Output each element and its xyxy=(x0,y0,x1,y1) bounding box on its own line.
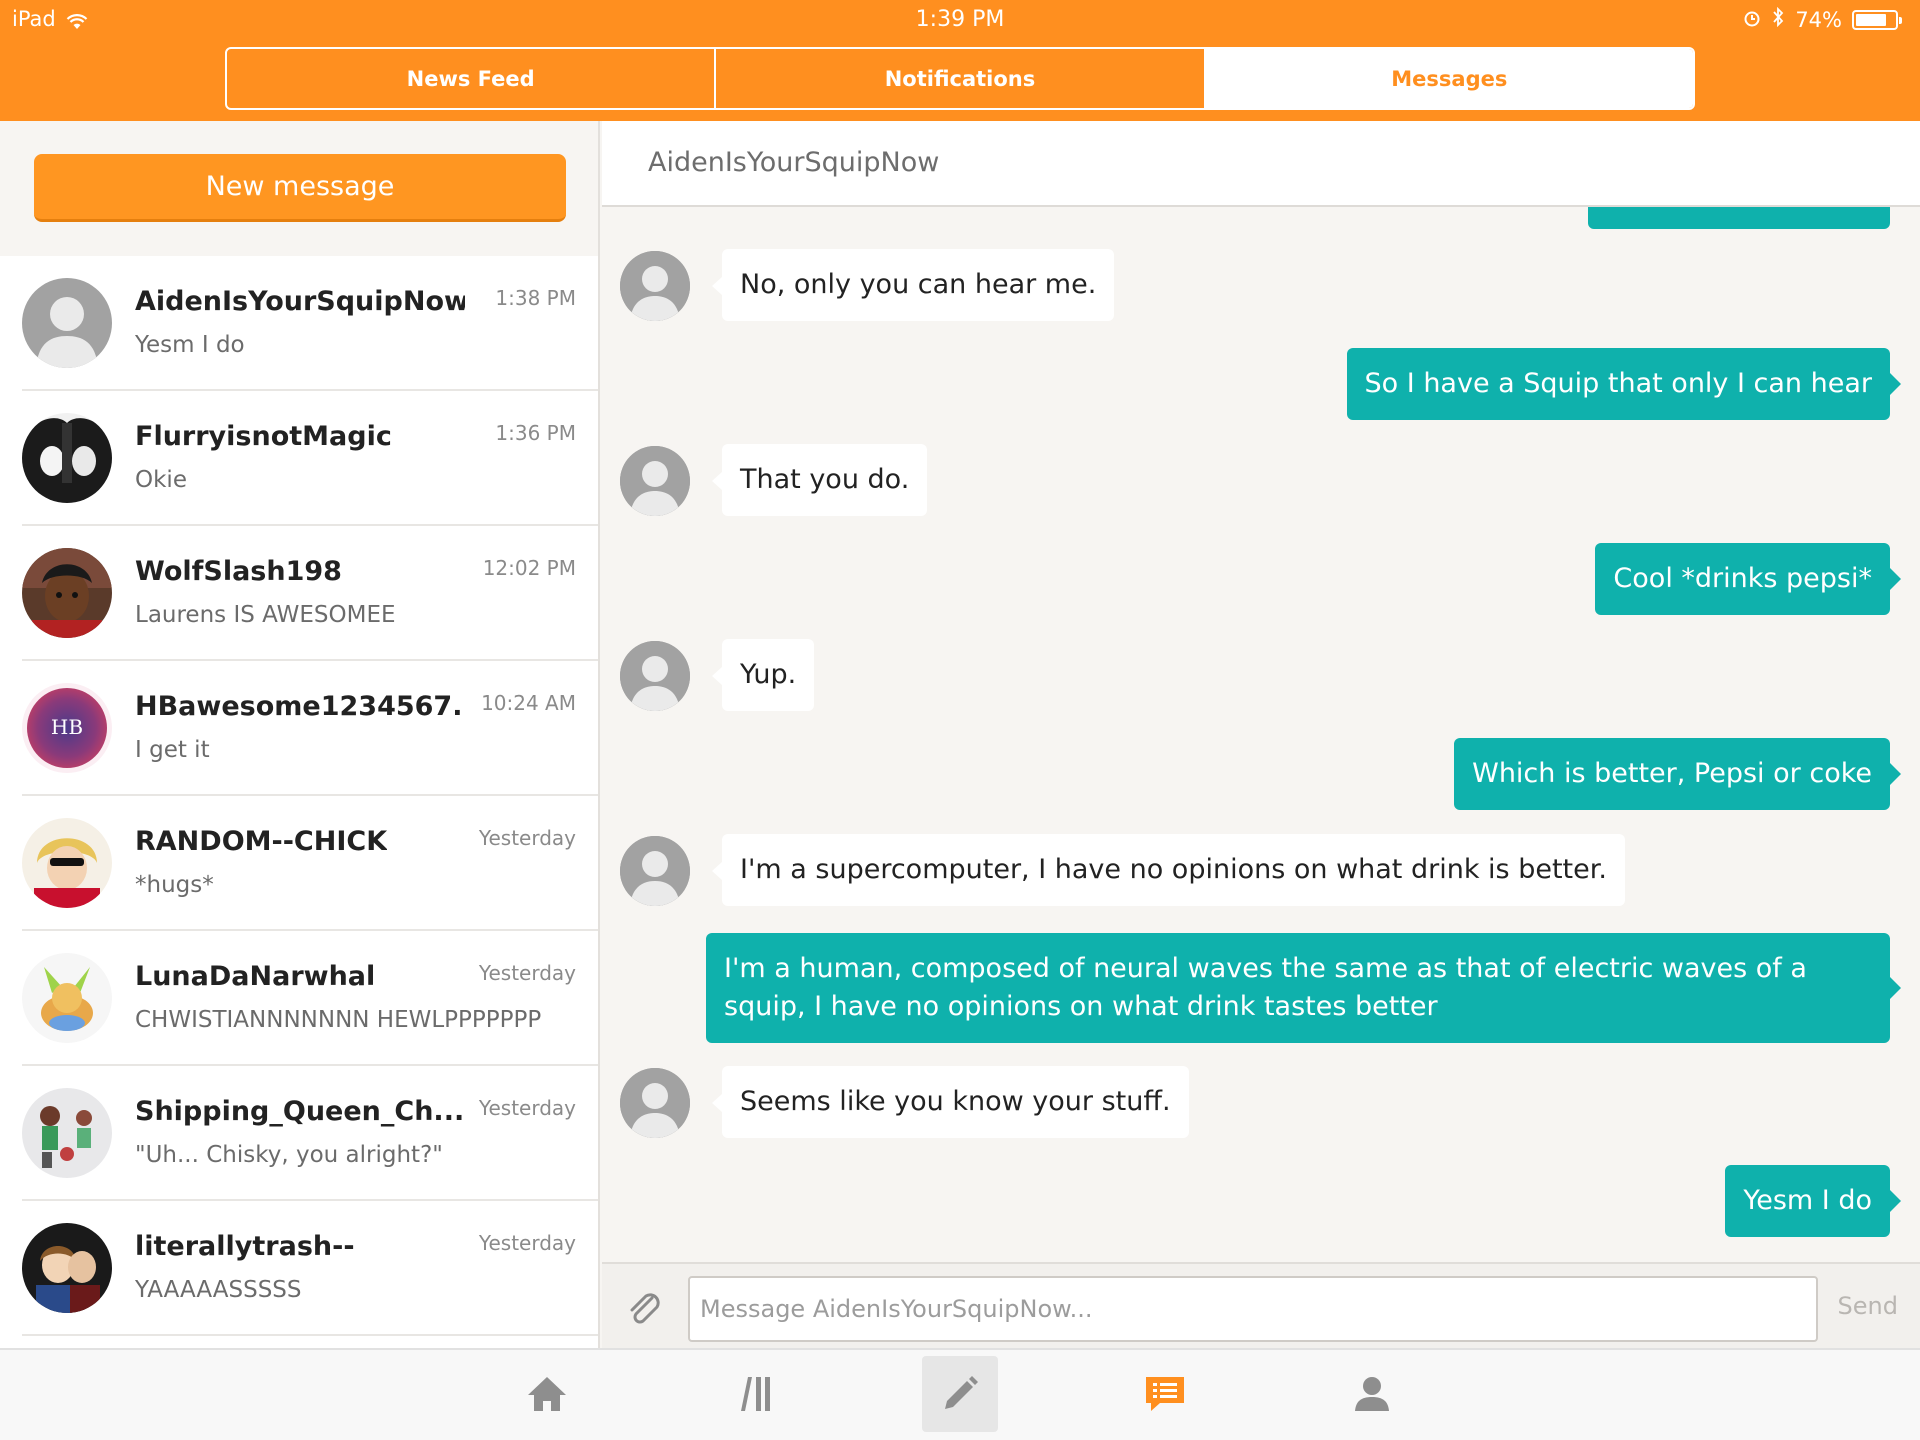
library-icon xyxy=(741,1377,770,1411)
bluetooth-icon xyxy=(1771,6,1785,32)
message-composer: Send xyxy=(602,1262,1920,1348)
conversation-item[interactable]: FlurryisnotMagic Okie 1:36 PM xyxy=(22,391,598,526)
conversation-preview: CHWISTIANNNNNNN HEWLPPPPPPP xyxy=(135,1007,542,1033)
tab-home[interactable] xyxy=(509,1356,585,1432)
anime-avatar xyxy=(22,413,112,503)
outgoing-message: I'm a human, composed of neural waves th… xyxy=(706,933,1901,1043)
conversation-name: WolfSlash198 xyxy=(135,556,342,587)
outgoing-message: Cool *drinks pepsi* xyxy=(1595,543,1901,615)
outgoing-message: So I have a Squip that only I can hear xyxy=(1346,348,1902,420)
conversation-time: 1:36 PM xyxy=(495,421,576,445)
conversation-name: literallytrash-- xyxy=(135,1231,355,1262)
conversation-time: Yesterday xyxy=(478,1096,576,1120)
chat-title: AidenIsYourSquipNow xyxy=(648,147,940,178)
default-avatar xyxy=(22,278,112,368)
chat-header: AidenIsYourSquipNow xyxy=(602,121,1920,207)
conversation-item[interactable]: Shipping_Queen_Ch... "Uh... Chisky, you … xyxy=(22,1066,598,1201)
outgoing-message: Which is better, Pepsi or coke xyxy=(1454,738,1901,810)
avatar-initials: HB xyxy=(50,715,84,739)
hb-watercolor-avatar: HB xyxy=(22,683,112,773)
conversation-item[interactable]: literallytrash-- YAAAAASSSSS Yesterday xyxy=(22,1201,598,1336)
conversation-item[interactable]: LunaDaNarwhal CHWISTIANNNNNNN HEWLPPPPPP… xyxy=(22,931,598,1066)
paperclip-icon[interactable] xyxy=(622,1286,666,1330)
sender-avatar xyxy=(620,1068,690,1138)
message-thread[interactable]: No, only you can hear me. So I have a Sq… xyxy=(602,207,1920,1250)
profile-icon xyxy=(1355,1377,1389,1411)
blonde-character-avatar xyxy=(22,818,112,908)
incoming-message: Yup. xyxy=(711,639,815,711)
bottom-tab-bar xyxy=(0,1348,1920,1440)
conversation-item[interactable]: RANDOM--CHICK *hugs* Yesterday xyxy=(22,796,598,931)
chat-panel: AidenIsYourSquipNow No, only you can hea… xyxy=(602,121,1920,1348)
status-bar: iPad 1:39 PM 74% xyxy=(0,0,1920,40)
conversation-name: Shipping_Queen_Ch... xyxy=(135,1096,465,1127)
couple-avatar xyxy=(22,1223,112,1313)
conversation-item[interactable]: HB HBawesome1234567... I get it 10:24 AM xyxy=(22,661,598,796)
incoming-message: That you do. xyxy=(711,444,928,516)
conversation-list-panel: New message AidenIsYourSquipNow Yesm I d… xyxy=(0,121,600,1348)
conversation-time: 12:02 PM xyxy=(482,556,576,580)
status-time: 1:39 PM xyxy=(915,7,1005,32)
tab-write[interactable] xyxy=(922,1356,998,1432)
conversation-preview: *hugs* xyxy=(135,872,214,898)
home-icon xyxy=(528,1377,566,1411)
sender-avatar xyxy=(620,446,690,516)
outgoing-message: Yesm I do xyxy=(1725,1165,1901,1237)
sender-avatar xyxy=(620,836,690,906)
messages-icon xyxy=(1146,1377,1184,1411)
conversation-time: Yesterday xyxy=(478,1231,576,1255)
conversation-name: RANDOM--CHICK xyxy=(135,826,388,857)
conversation-time: Yesterday xyxy=(478,961,576,985)
top-header: iPad 1:39 PM 74% News Feed Notifications… xyxy=(0,0,1920,121)
conversation-name: LunaDaNarwhal xyxy=(135,961,376,992)
conversation-time: 1:38 PM xyxy=(495,286,576,310)
message-bubble-partial xyxy=(1588,207,1890,229)
battery-icon xyxy=(1852,9,1902,30)
conversation-name: HBawesome1234567... xyxy=(135,691,465,722)
section-switcher: News Feed Notifications Messages xyxy=(225,47,1695,110)
incoming-message: Seems like you know your stuff. xyxy=(712,1066,1189,1138)
tab-news-feed[interactable]: News Feed xyxy=(227,49,717,108)
sender-avatar xyxy=(620,641,690,711)
send-button[interactable]: Send xyxy=(1838,1292,1898,1320)
incoming-message: No, only you can hear me. xyxy=(711,249,1115,321)
tab-profile[interactable] xyxy=(1334,1356,1410,1432)
conversation-name: AidenIsYourSquipNow xyxy=(135,286,465,317)
new-message-area: New message xyxy=(0,121,598,256)
sender-avatar xyxy=(620,251,690,321)
conversation-preview: Yesm I do xyxy=(135,332,245,358)
battery-percent: 74% xyxy=(1795,7,1842,32)
sprites-avatar xyxy=(22,1088,112,1178)
conversation-time: 10:24 AM xyxy=(481,691,576,715)
conversation-preview: Laurens IS AWESOMEE xyxy=(135,602,396,628)
conversation-preview: "Uh... Chisky, you alright?" xyxy=(135,1142,443,1168)
conversation-item[interactable]: AidenIsYourSquipNow Yesm I do 1:38 PM xyxy=(22,256,598,391)
conversation-time: Yesterday xyxy=(478,826,576,850)
conversation-preview: I get it xyxy=(135,737,210,763)
eevee-avatar xyxy=(22,953,112,1043)
tab-notifications[interactable]: Notifications xyxy=(716,49,1206,108)
conversation-preview: YAAAAASSSSS xyxy=(135,1277,302,1303)
character-avatar xyxy=(22,548,112,638)
conversation-preview: Okie xyxy=(135,467,187,493)
message-input[interactable] xyxy=(688,1276,1818,1342)
tab-messages[interactable]: Messages xyxy=(1205,49,1693,108)
conversation-item[interactable]: WolfSlash198 Laurens IS AWESOMEE 12:02 P… xyxy=(22,526,598,661)
alarm-icon xyxy=(1743,8,1761,32)
tab-messages-bottom[interactable] xyxy=(1127,1356,1203,1432)
incoming-message: I'm a supercomputer, I have no opinions … xyxy=(712,834,1625,906)
pencil-icon xyxy=(945,1376,978,1409)
conversation-name: FlurryisnotMagic xyxy=(135,421,392,452)
tab-library[interactable] xyxy=(717,1356,793,1432)
new-message-button[interactable]: New message xyxy=(34,154,566,222)
